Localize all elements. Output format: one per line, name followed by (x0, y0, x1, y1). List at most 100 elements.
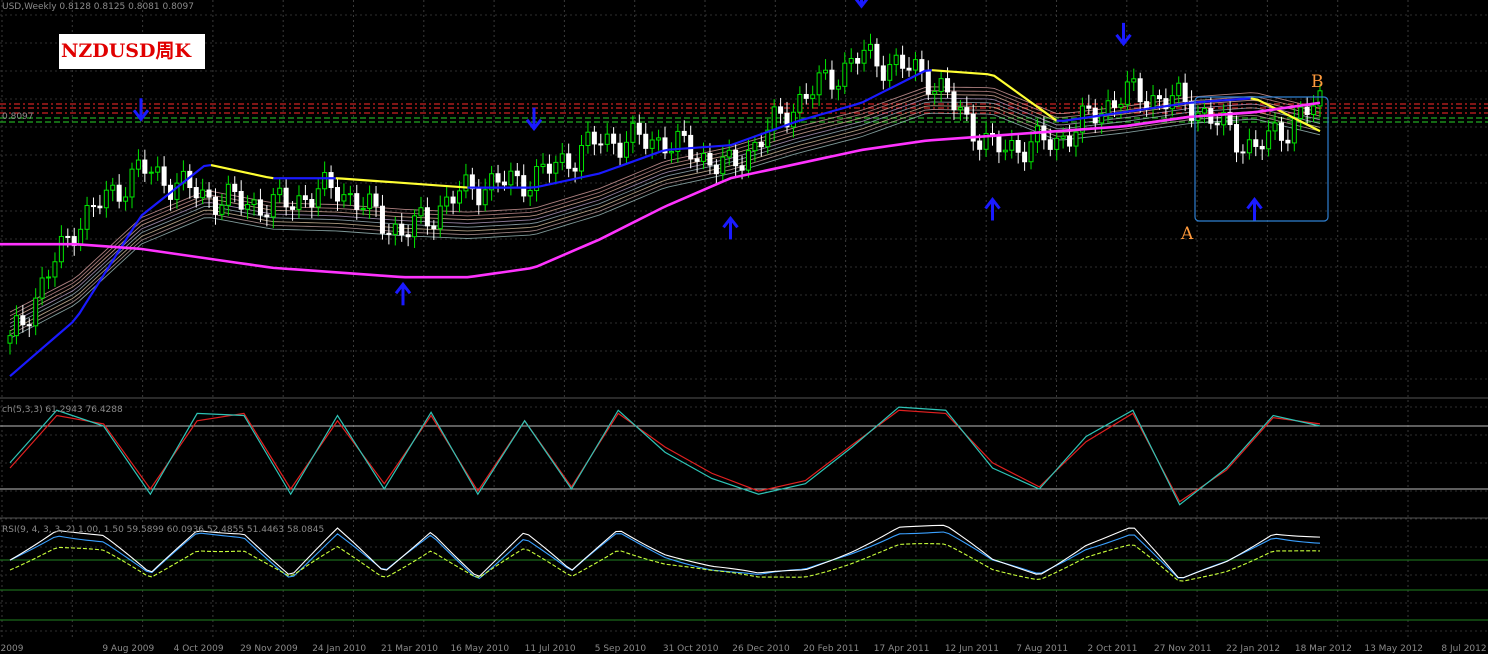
candle-body (1150, 95, 1156, 110)
candle-body (668, 150, 674, 154)
candle-body (373, 193, 379, 207)
candle-body (778, 106, 784, 114)
candle-body (386, 232, 392, 235)
x-tick-label: 21 Mar 2010 (380, 644, 439, 654)
candle-body (424, 207, 430, 227)
candle-body (745, 150, 751, 171)
candle-body (296, 195, 302, 210)
candle-body (951, 91, 957, 111)
candle-body (97, 205, 103, 209)
candle-body (617, 142, 623, 158)
candle-body (437, 205, 443, 230)
candle-body (116, 184, 122, 202)
x-tick-label: 27 Nov 2011 (1153, 644, 1212, 654)
candle-body (938, 78, 944, 92)
x-tick-label: 16 May 2010 (450, 644, 510, 654)
candle-body (110, 184, 116, 191)
candle-body (1259, 145, 1265, 150)
point-label-b: B (1311, 72, 1324, 92)
price-label: 0.8097 (2, 112, 34, 122)
candle-body (604, 133, 610, 145)
arrow-down-icon (1115, 22, 1132, 47)
candle-body (932, 90, 938, 95)
candle-body (1086, 105, 1092, 109)
arrow-up-icon (1246, 197, 1263, 221)
candle-body (906, 67, 912, 71)
candle-body (810, 94, 816, 99)
candle-body (790, 111, 796, 128)
candle-body (193, 187, 199, 199)
candle-body (65, 235, 71, 238)
x-tick-label: 8 Jul 2012 (1441, 644, 1487, 654)
candle-body (527, 190, 533, 197)
candle-body (739, 165, 745, 171)
candle-body (1022, 151, 1028, 163)
candle-body (315, 188, 321, 208)
candle-body (874, 43, 880, 67)
stoch-main-line (9, 406, 1321, 506)
candle-body (238, 190, 244, 210)
candle-body (758, 141, 764, 148)
ma-fast-line (9, 163, 212, 377)
candle-body (1272, 122, 1278, 132)
candle-body (823, 69, 829, 74)
candle-body (257, 199, 263, 216)
candle-body (161, 166, 167, 186)
arrow-down-icon (132, 98, 150, 122)
candle-body (514, 170, 520, 177)
candle-body (945, 78, 951, 93)
x-tick-label: 17 Apr 2011 (873, 644, 930, 654)
candle-body (829, 69, 835, 90)
arrow-up-icon (722, 215, 739, 240)
candle-body (405, 234, 411, 238)
candle-body (1240, 151, 1246, 154)
candle-body (611, 133, 617, 144)
candle-body (309, 199, 315, 208)
candle-body (418, 207, 424, 217)
candle-body (148, 171, 154, 174)
candle-body (508, 170, 514, 186)
x-tick-label: 20 Feb 2011 (803, 644, 860, 654)
candle-body (521, 175, 527, 197)
candle-body (880, 65, 886, 81)
candle-body (302, 195, 308, 201)
x-tick-label: 12 Jun 2011 (944, 644, 999, 654)
candle-body (925, 71, 931, 95)
candle-body (701, 152, 707, 162)
candle-body (579, 144, 585, 172)
arrow-up-icon (394, 281, 412, 306)
candle-body (1234, 124, 1240, 153)
candle-body (1067, 135, 1073, 147)
x-tick-label: 4 Oct 2009 (173, 644, 224, 654)
candle-body (52, 261, 58, 278)
candle-body (450, 196, 456, 204)
candle-body (752, 141, 758, 152)
candle-body (1137, 78, 1143, 103)
candle-body (84, 205, 90, 230)
x-tick-label: 18 Mar 2012 (1294, 644, 1352, 654)
arrow-down-icon (525, 107, 543, 132)
x-tick-label: 22 Jan 2012 (1226, 644, 1281, 654)
candle-body (1131, 78, 1137, 83)
candle-body (1246, 139, 1252, 154)
candle-body (1266, 130, 1272, 150)
candle-body (1253, 139, 1259, 147)
candle-body (803, 93, 809, 99)
candle-body (1182, 82, 1188, 102)
candle-body (900, 54, 906, 69)
candle-body (726, 149, 732, 158)
candle-body (412, 215, 418, 238)
candle-body (1054, 137, 1060, 150)
candles (7, 33, 1323, 355)
candle-body (26, 324, 32, 327)
candle-body (379, 205, 385, 234)
candle-body (656, 137, 662, 141)
candle-body (1311, 105, 1317, 115)
candle-body (848, 58, 854, 64)
candle-body (283, 187, 289, 208)
candle-body (347, 193, 353, 196)
x-tick-label: 29 Nov 2009 (240, 644, 298, 654)
candle-body (200, 189, 206, 199)
ribbon-line (9, 86, 1321, 313)
candle-body (649, 139, 655, 149)
